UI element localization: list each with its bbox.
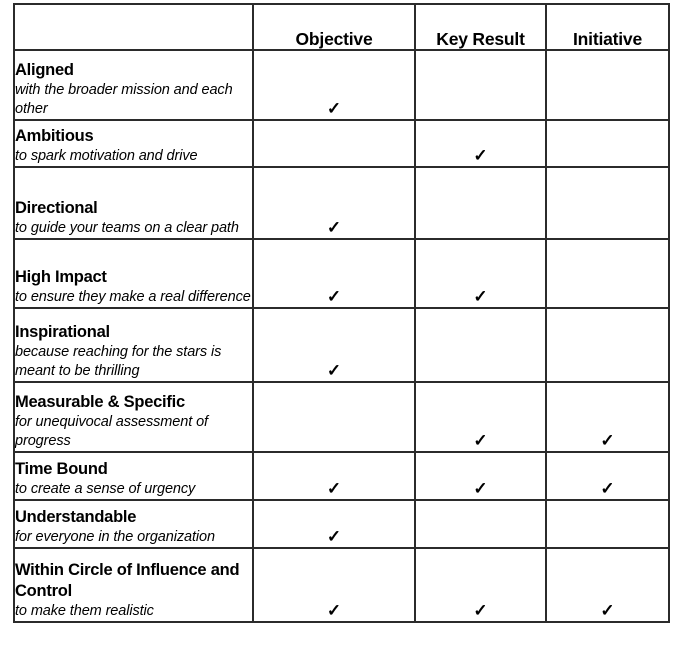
check-icon: ✓ [473, 431, 488, 450]
check-icon: ✓ [326, 601, 342, 620]
criteria-title: High Impact [15, 268, 107, 287]
table-row: High Impact to ensure they make a real d… [13, 238, 670, 309]
check-icon: ✓ [473, 287, 488, 306]
column-header-criteria [13, 3, 254, 51]
criteria-subtitle: because reaching for the stars is meant … [15, 344, 222, 380]
objective-cell: ✓ [252, 451, 416, 501]
check-icon: ✓ [473, 146, 488, 165]
check-icon: ✓ [326, 287, 342, 306]
table-body: Aligned with the broader mission and eac… [13, 49, 670, 623]
table-row: Within Circle of Influence and Control t… [13, 547, 670, 623]
criteria-title: Directional [15, 199, 98, 218]
criteria-cell: Time Bound to create a sense of urgency [13, 451, 254, 501]
objective-cell: ✓ [252, 166, 416, 240]
table-row: Time Bound to create a sense of urgency … [13, 451, 670, 501]
check-icon: ✓ [326, 361, 342, 380]
criteria-title: Understandable [15, 508, 137, 527]
criteria-cell: Understandable for everyone in the organ… [13, 499, 254, 549]
criteria-title: Within Circle of Influence and Control [15, 560, 240, 601]
criteria-subtitle: for unequivocal assessment of progress [15, 414, 208, 450]
key-result-cell [414, 307, 547, 383]
initiative-cell: ✓ [545, 451, 670, 501]
objective-cell: ✓ [252, 307, 416, 383]
initiative-cell [545, 166, 670, 240]
check-icon: ✓ [600, 479, 615, 498]
criteria-cell: High Impact to ensure they make a real d… [13, 238, 254, 309]
initiative-cell [545, 238, 670, 309]
criteria-cell: Aligned with the broader mission and eac… [13, 49, 254, 121]
key-result-cell: ✓ [414, 381, 547, 453]
criteria-subtitle: to ensure they make a real difference [15, 289, 251, 306]
criteria-cell: Directional to guide your teams on a cle… [13, 166, 254, 240]
key-result-cell: ✓ [414, 119, 547, 168]
criteria-subtitle: with the broader mission and each other [15, 82, 233, 118]
objective-cell [252, 381, 416, 453]
check-icon: ✓ [473, 479, 488, 498]
criteria-subtitle: to guide your teams on a clear path [15, 220, 239, 237]
check-icon: ✓ [600, 431, 615, 450]
criteria-title: Measurable & Specific [15, 393, 185, 412]
key-result-cell [414, 166, 547, 240]
key-result-cell: ✓ [414, 547, 547, 623]
criteria-cell: Within Circle of Influence and Control t… [13, 547, 254, 623]
criteria-subtitle: to spark motivation and drive [15, 148, 198, 165]
column-header-key-result: Key Result [414, 3, 547, 51]
criteria-title: Ambitious [15, 127, 94, 146]
key-result-cell [414, 499, 547, 549]
objective-cell: ✓ [252, 49, 416, 121]
check-icon: ✓ [326, 99, 342, 118]
table-header: Objective Key Result Initiative [13, 3, 670, 51]
table-row: Ambitious to spark motivation and drive … [13, 119, 670, 168]
table-row: Aligned with the broader mission and eac… [13, 49, 670, 121]
header-row: Objective Key Result Initiative [13, 3, 670, 51]
check-icon: ✓ [600, 601, 615, 620]
table-row: Measurable & Specific for unequivocal as… [13, 381, 670, 453]
objective-cell [252, 119, 416, 168]
table-row: Directional to guide your teams on a cle… [13, 166, 670, 240]
criteria-title: Aligned [15, 61, 74, 80]
key-result-cell: ✓ [414, 451, 547, 501]
key-result-cell [414, 49, 547, 121]
column-header-initiative: Initiative [545, 3, 670, 51]
initiative-cell [545, 499, 670, 549]
criteria-subtitle: to create a sense of urgency [15, 481, 196, 498]
criteria-cell: Inspirational because reaching for the s… [13, 307, 254, 383]
objective-cell: ✓ [252, 499, 416, 549]
criteria-subtitle: for everyone in the organization [15, 529, 215, 546]
column-header-objective: Objective [252, 3, 416, 51]
okr-criteria-table-container: Objective Key Result Initiative Aligned … [13, 3, 670, 623]
criteria-title: Inspirational [15, 323, 110, 342]
table-row: Inspirational because reaching for the s… [13, 307, 670, 383]
okr-criteria-table: Objective Key Result Initiative Aligned … [13, 3, 670, 623]
objective-cell: ✓ [252, 547, 416, 623]
initiative-cell [545, 307, 670, 383]
objective-cell: ✓ [252, 238, 416, 309]
key-result-cell: ✓ [414, 238, 547, 309]
criteria-cell: Ambitious to spark motivation and drive [13, 119, 254, 168]
initiative-cell: ✓ [545, 381, 670, 453]
table-row: Understandable for everyone in the organ… [13, 499, 670, 549]
criteria-title: Time Bound [15, 460, 108, 479]
criteria-subtitle: to make them realistic [15, 603, 154, 620]
initiative-cell: ✓ [545, 547, 670, 623]
check-icon: ✓ [473, 601, 488, 620]
criteria-cell: Measurable & Specific for unequivocal as… [13, 381, 254, 453]
check-icon: ✓ [326, 527, 342, 546]
initiative-cell [545, 119, 670, 168]
check-icon: ✓ [326, 218, 342, 237]
initiative-cell [545, 49, 670, 121]
check-icon: ✓ [326, 479, 342, 498]
